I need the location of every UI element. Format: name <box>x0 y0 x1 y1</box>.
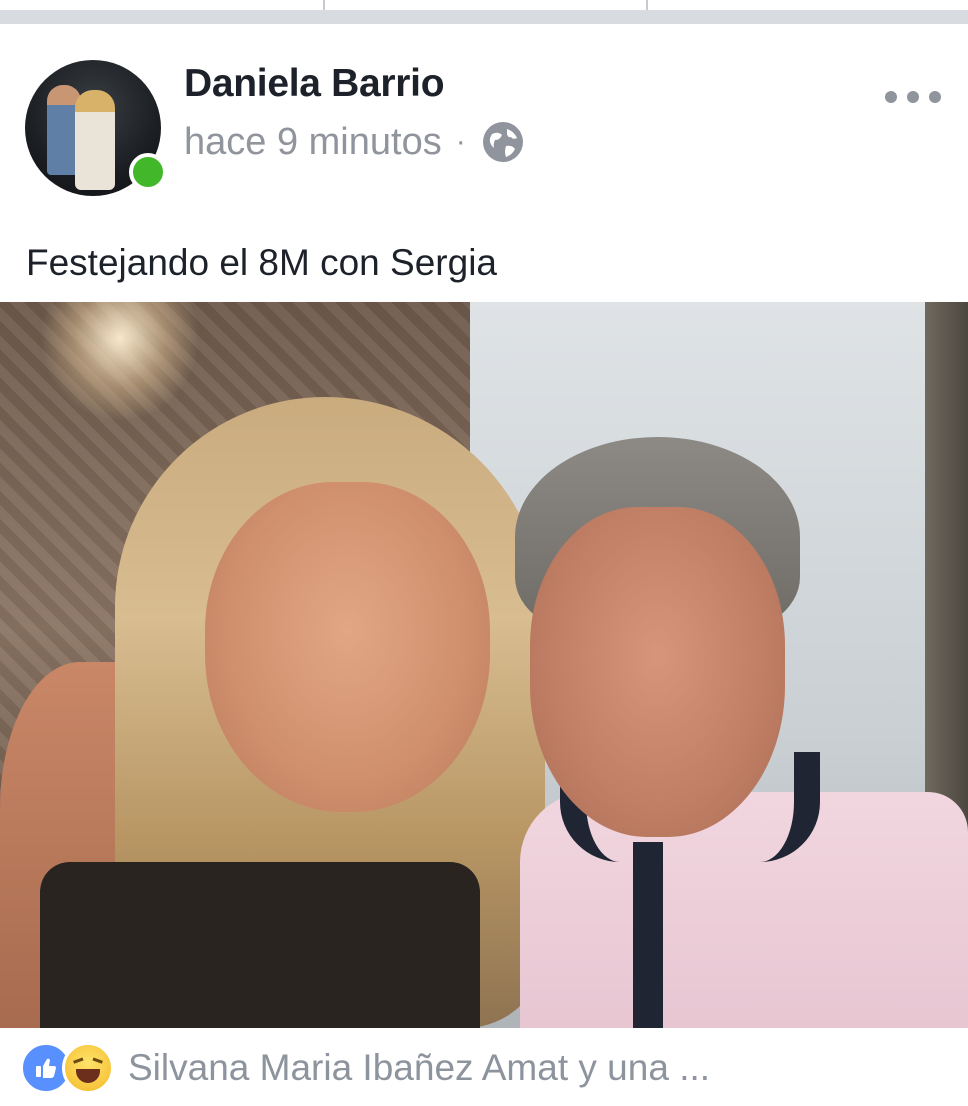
tab-divider <box>323 0 325 10</box>
globe-icon[interactable] <box>480 119 526 165</box>
author-name[interactable]: Daniela Barrio <box>184 62 445 106</box>
meta-separator: · <box>455 125 466 158</box>
more-options-icon[interactable] <box>885 82 941 112</box>
post-timestamp[interactable]: hace 9 minutos <box>184 121 442 164</box>
photo-man-face <box>530 507 785 837</box>
top-tab-strip <box>0 0 968 24</box>
photo-woman-top <box>40 862 480 1028</box>
haha-icon <box>62 1042 114 1094</box>
reactions-row[interactable]: Silvana Maria Ibañez Amat y una ... <box>20 1042 710 1094</box>
photo-lamp-glow <box>40 302 200 422</box>
thumbs-up-icon <box>36 1058 56 1078</box>
reaction-summary[interactable]: Silvana Maria Ibañez Amat y una ... <box>128 1047 710 1089</box>
avatar-figure <box>75 90 115 190</box>
online-status-dot <box>129 153 167 191</box>
post-text: Festejando el 8M con Sergia <box>26 242 497 283</box>
photo-man-placket <box>633 842 663 1028</box>
tab-divider <box>646 0 648 10</box>
reactions-bar[interactable]: Silvana Maria Ibañez Amat y una ... <box>0 1028 968 1106</box>
post-meta: hace 9 minutos · <box>184 118 526 166</box>
photo-woman-face <box>205 482 490 812</box>
post-photo[interactable] <box>0 302 968 1028</box>
